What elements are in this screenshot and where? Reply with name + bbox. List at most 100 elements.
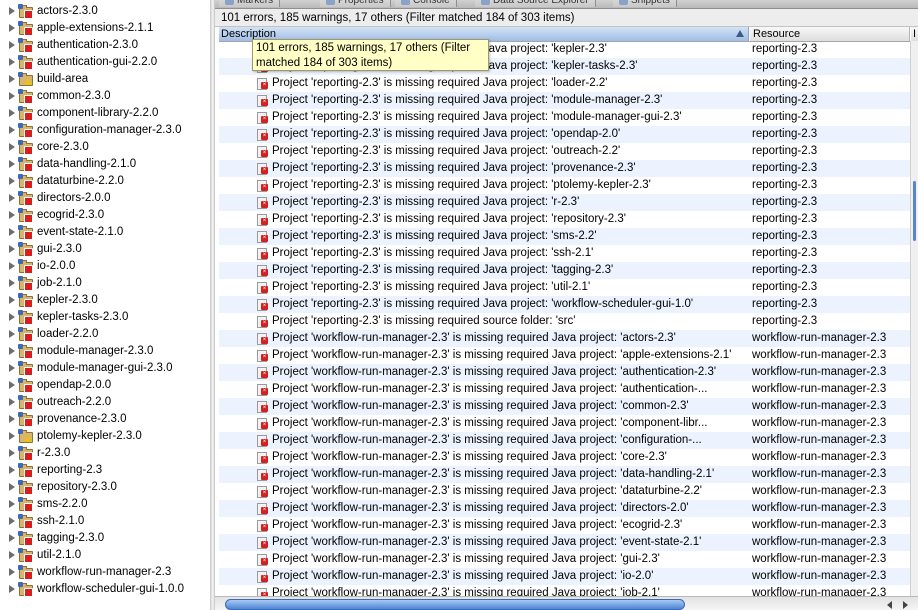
scroll-left-arrow-icon[interactable] (887, 601, 892, 609)
expand-arrow-icon[interactable] (9, 74, 15, 83)
tree-item-project[interactable]: data-handling-2.1.0 (0, 155, 210, 172)
tree-item-project[interactable]: authentication-2.3.0 (0, 36, 210, 53)
column-header-extra[interactable]: I (911, 27, 918, 41)
table-row[interactable]: × Project 'workflow-run-manager-2.3' is m… (219, 347, 910, 364)
table-row[interactable]: × Project 'reporting-2.3' is missing requ… (219, 177, 910, 194)
expand-arrow-icon[interactable] (9, 363, 15, 372)
tree-item-project[interactable]: loader-2.2.0 (0, 325, 210, 342)
table-row[interactable]: × Project 'workflow-run-manager-2.3' is m… (219, 449, 910, 466)
expand-arrow-icon[interactable] (9, 414, 15, 423)
table-row[interactable]: × Project 'workflow-run-manager-2.3' is m… (219, 415, 910, 432)
expand-arrow-icon[interactable] (9, 431, 15, 440)
expand-arrow-icon[interactable] (9, 329, 15, 338)
expand-arrow-icon[interactable] (9, 533, 15, 542)
tree-item-project[interactable]: reporting-2.3 (0, 461, 210, 478)
expand-arrow-icon[interactable] (9, 380, 15, 389)
tree-item-project[interactable]: ssh-2.1.0 (0, 512, 210, 529)
expand-arrow-icon[interactable] (9, 448, 15, 457)
expand-arrow-icon[interactable] (9, 40, 15, 49)
expand-arrow-icon[interactable] (9, 244, 15, 253)
table-row[interactable]: × Project 'workflow-run-manager-2.3' is m… (219, 466, 910, 483)
tree-item-project[interactable]: workflow-run-manager-2.3 (0, 563, 210, 580)
tree-item-project[interactable]: job-2.1.0 (0, 274, 210, 291)
expand-arrow-icon[interactable] (9, 482, 15, 491)
table-row[interactable]: × Project 'reporting-2.3' is missing requ… (219, 296, 910, 313)
expand-arrow-icon[interactable] (9, 159, 15, 168)
table-row[interactable]: × Project 'workflow-run-manager-2.3' is m… (219, 432, 910, 449)
table-row[interactable]: × Project 'reporting-2.3' is missing requ… (219, 262, 910, 279)
table-row[interactable]: × Project 'reporting-2.3' is missing requ… (219, 143, 910, 160)
expand-arrow-icon[interactable] (9, 346, 15, 355)
view-tab[interactable]: Console (395, 0, 457, 7)
tree-item-project[interactable]: event-state-2.1.0 (0, 223, 210, 240)
tree-item-project[interactable]: authentication-gui-2.2.0 (0, 53, 210, 70)
horizontal-scrollbar[interactable] (215, 596, 918, 610)
tree-item-project[interactable]: sms-2.2.0 (0, 495, 210, 512)
expand-arrow-icon[interactable] (9, 550, 15, 559)
tree-item-project[interactable]: util-2.1.0 (0, 546, 210, 563)
expand-arrow-icon[interactable] (9, 584, 15, 593)
tree-item-project[interactable]: ecogrid-2.3.0 (0, 206, 210, 223)
tree-item-project[interactable]: configuration-manager-2.3.0 (0, 121, 210, 138)
view-tab[interactable]: Properties (320, 0, 391, 7)
expand-arrow-icon[interactable] (9, 210, 15, 219)
tree-item-project[interactable]: gui-2.3.0 (0, 240, 210, 257)
vertical-scrollbar-thumb[interactable] (913, 181, 916, 241)
table-row[interactable]: × Project 'workflow-run-manager-2.3' is m… (219, 500, 910, 517)
tree-item-project[interactable]: component-library-2.2.0 (0, 104, 210, 121)
tree-item-project[interactable]: provenance-2.3.0 (0, 410, 210, 427)
expand-arrow-icon[interactable] (9, 193, 15, 202)
table-row[interactable]: × Project 'reporting-2.3' is missing requ… (219, 228, 910, 245)
expand-arrow-icon[interactable] (9, 397, 15, 406)
tree-item-project[interactable]: apple-extensions-2.1.1 (0, 19, 210, 36)
column-header-resource[interactable]: Resource (750, 27, 910, 41)
expand-arrow-icon[interactable] (9, 23, 15, 32)
tree-item-project[interactable]: directors-2.0.0 (0, 189, 210, 206)
table-row[interactable]: × Project 'workflow-run-manager-2.3' is m… (219, 568, 910, 585)
expand-arrow-icon[interactable] (9, 465, 15, 474)
tree-item-project[interactable]: kepler-tasks-2.3.0 (0, 308, 210, 325)
tree-item-project[interactable]: module-manager-2.3.0 (0, 342, 210, 359)
expand-arrow-icon[interactable] (9, 516, 15, 525)
table-row[interactable]: × Project 'reporting-2.3' is missing requ… (219, 194, 910, 211)
view-tab[interactable]: Markers (219, 0, 281, 7)
table-row[interactable]: × Project 'workflow-run-manager-2.3' is m… (219, 381, 910, 398)
tree-item-project[interactable]: common-2.3.0 (0, 87, 210, 104)
table-row[interactable]: × Project 'reporting-2.3' is missing requ… (219, 313, 910, 330)
table-row[interactable]: × Project 'reporting-2.3' is missing requ… (219, 160, 910, 177)
table-row[interactable]: × Project 'reporting-2.3' is missing requ… (219, 211, 910, 228)
expand-arrow-icon[interactable] (9, 176, 15, 185)
table-row[interactable]: × Project 'workflow-run-manager-2.3' is m… (219, 398, 910, 415)
expand-arrow-icon[interactable] (9, 312, 15, 321)
table-row[interactable]: × Project 'workflow-run-manager-2.3' is m… (219, 330, 910, 347)
tree-item-project[interactable]: outreach-2.2.0 (0, 393, 210, 410)
expand-arrow-icon[interactable] (9, 499, 15, 508)
table-row[interactable]: × Project 'workflow-run-manager-2.3' is m… (219, 483, 910, 500)
table-row[interactable]: × Project 'reporting-2.3' is missing requ… (219, 75, 910, 92)
tree-item-project[interactable]: io-2.0.0 (0, 257, 210, 274)
tree-item-project[interactable]: ptolemy-kepler-2.3.0 (0, 427, 210, 444)
expand-arrow-icon[interactable] (9, 57, 15, 66)
tree-item-project[interactable]: r-2.3.0 (0, 444, 210, 461)
expand-arrow-icon[interactable] (9, 91, 15, 100)
table-row[interactable]: × Project 'workflow-run-manager-2.3' is m… (219, 534, 910, 551)
expand-arrow-icon[interactable] (9, 261, 15, 270)
table-row[interactable]: × Project 'reporting-2.3' is missing requ… (219, 279, 910, 296)
table-row[interactable]: × Project 'workflow-run-manager-2.3' is m… (219, 517, 910, 534)
expand-arrow-icon[interactable] (9, 142, 15, 151)
expand-arrow-icon[interactable] (9, 108, 15, 117)
tree-item-project[interactable]: repository-2.3.0 (0, 478, 210, 495)
expand-arrow-icon[interactable] (9, 278, 15, 287)
table-row[interactable]: × Project 'reporting-2.3' is missing requ… (219, 109, 910, 126)
expand-arrow-icon[interactable] (9, 567, 15, 576)
tree-item-project[interactable]: core-2.3.0 (0, 138, 210, 155)
view-tab[interactable]: Snippets (613, 0, 677, 7)
tree-item-project[interactable]: actors-2.3.0 (0, 2, 210, 19)
tree-item-project[interactable]: module-manager-gui-2.3.0 (0, 359, 210, 376)
table-row[interactable]: × Project 'reporting-2.3' is missing requ… (219, 92, 910, 109)
tree-item-project[interactable]: build-area (0, 70, 210, 87)
table-row[interactable]: × Project 'reporting-2.3' is missing requ… (219, 245, 910, 262)
tree-item-project[interactable]: dataturbine-2.2.0 (0, 172, 210, 189)
tree-item-project[interactable]: tagging-2.3.0 (0, 529, 210, 546)
vertical-scrollbar[interactable] (910, 41, 918, 597)
